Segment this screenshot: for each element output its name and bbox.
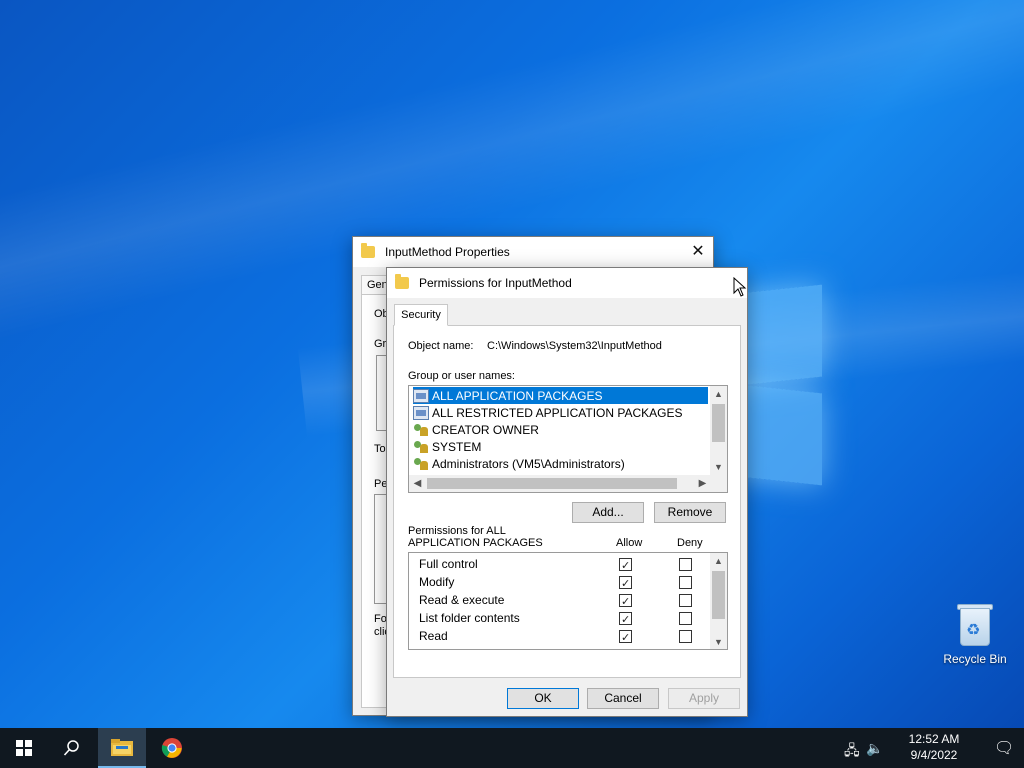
- deny-checkbox[interactable]: [679, 612, 692, 625]
- permission-name: Read: [419, 629, 448, 643]
- permission-name: Modify: [419, 575, 455, 589]
- ok-button[interactable]: OK: [507, 688, 579, 709]
- users-icon: [413, 440, 429, 454]
- security-page: Object name: C:\Windows\System32\InputMe…: [393, 325, 741, 678]
- group-list-vscrollbar[interactable]: ▲ ▼: [710, 386, 727, 476]
- clock-time: 12:52 AM: [908, 732, 960, 746]
- scroll-down-icon[interactable]: ▼: [710, 634, 727, 649]
- package-icon: [413, 405, 429, 420]
- permission-name: Read & execute: [419, 593, 505, 607]
- deny-checkbox[interactable]: [679, 594, 692, 607]
- scroll-thumb[interactable]: [712, 404, 725, 442]
- permission-name: List folder contents: [419, 611, 520, 625]
- list-item[interactable]: ALL RESTRICTED APPLICATION PACKAGES: [413, 404, 683, 421]
- allow-header: Allow: [616, 537, 643, 549]
- system-tray: 🖧 🔈 12:52 AM 9/4/2022 🗨: [844, 728, 1024, 768]
- apply-button[interactable]: Apply: [668, 688, 740, 709]
- users-icon: [413, 423, 429, 437]
- allow-checkbox[interactable]: [619, 557, 632, 575]
- close-icon[interactable]: ✕: [683, 237, 713, 267]
- list-item[interactable]: ALL APPLICATION PACKAGES: [413, 387, 708, 404]
- recycle-bin-label: Recycle Bin: [943, 652, 1007, 666]
- properties-title: InputMethod Properties: [385, 245, 510, 259]
- group-name: ALL APPLICATION PACKAGES: [432, 388, 603, 403]
- folder-icon: [395, 274, 409, 289]
- folder-icon: [361, 243, 375, 258]
- properties-titlebar[interactable]: InputMethod Properties ✕: [353, 237, 713, 267]
- clock-date: 9/4/2022: [910, 748, 958, 762]
- deny-header: Deny: [677, 537, 703, 549]
- remove-button[interactable]: Remove: [654, 502, 726, 523]
- windows-start-icon: [16, 740, 32, 756]
- notifications-icon[interactable]: 🗨: [994, 738, 1014, 758]
- group-name: CREATOR OWNER: [432, 422, 539, 437]
- permissions-titlebar[interactable]: Permissions for InputMethod: [387, 268, 747, 298]
- list-item[interactable]: Administrators (VM5\Administrators): [413, 455, 625, 472]
- permissions-for-label: Permissions for ALL: [408, 525, 506, 537]
- scroll-left-icon[interactable]: ◀: [409, 475, 426, 492]
- group-name: ALL RESTRICTED APPLICATION PACKAGES: [432, 405, 683, 420]
- group-label: Group or user names:: [408, 370, 515, 382]
- clock[interactable]: 12:52 AM 9/4/2022: [904, 731, 964, 763]
- scroll-thumb[interactable]: [712, 571, 725, 619]
- table-row: Full control: [419, 555, 709, 575]
- group-name: Administrators (VM5\Administrators): [432, 456, 625, 471]
- recycle-bin-icon: ♻: [957, 602, 993, 646]
- network-icon[interactable]: 🖧: [844, 740, 860, 764]
- file-explorer-icon: [111, 739, 133, 756]
- text-fragment: Fo: [374, 613, 387, 625]
- chrome-icon: [161, 738, 182, 758]
- table-row: Read: [419, 627, 709, 647]
- permission-name: Full control: [419, 557, 478, 571]
- table-row: Modify: [419, 573, 709, 593]
- table-row: List folder contents: [419, 609, 709, 629]
- start-button[interactable]: [0, 728, 48, 768]
- group-name: SYSTEM: [432, 439, 482, 454]
- table-row: Read & execute: [419, 591, 709, 611]
- scroll-up-icon[interactable]: ▲: [710, 386, 727, 403]
- list-item[interactable]: CREATOR OWNER: [413, 421, 539, 438]
- scroll-right-icon[interactable]: ▶: [694, 475, 711, 492]
- scroll-down-icon[interactable]: ▼: [710, 459, 727, 476]
- text-fragment: To: [374, 443, 386, 455]
- allow-checkbox[interactable]: [619, 629, 632, 647]
- users-icon: [413, 457, 429, 471]
- object-name-value: C:\Windows\System32\InputMethod: [487, 340, 662, 352]
- recycle-bin[interactable]: ♻ Recycle Bin: [940, 602, 1010, 666]
- list-item[interactable]: SYSTEM: [413, 438, 481, 455]
- package-icon: [413, 388, 429, 403]
- object-name-label: Object name:: [408, 340, 474, 352]
- permissions-title: Permissions for InputMethod: [419, 276, 572, 290]
- allow-checkbox[interactable]: [619, 611, 632, 629]
- group-list-hscrollbar[interactable]: ◀ ▶: [409, 475, 727, 492]
- add-button[interactable]: Add...: [572, 502, 644, 523]
- deny-checkbox[interactable]: [679, 558, 692, 571]
- scroll-thumb[interactable]: [427, 478, 677, 489]
- permissions-vscrollbar[interactable]: ▲ ▼: [710, 553, 727, 649]
- search-icon: [63, 740, 79, 756]
- tab-security[interactable]: Security: [394, 304, 448, 326]
- file-explorer-button[interactable]: [98, 728, 146, 768]
- volume-icon[interactable]: 🔈: [866, 740, 883, 757]
- deny-checkbox[interactable]: [679, 630, 692, 643]
- permissions-list[interactable]: Full control Modify Read & execute List …: [408, 552, 728, 650]
- deny-checkbox[interactable]: [679, 576, 692, 589]
- chrome-button[interactable]: [148, 728, 196, 768]
- permissions-dialog[interactable]: Permissions for InputMethod Security Obj…: [386, 267, 748, 717]
- text-fragment: Gr: [374, 338, 387, 350]
- taskbar: 🖧 🔈 12:52 AM 9/4/2022 🗨: [0, 728, 1024, 768]
- permissions-for-label: APPLICATION PACKAGES: [408, 537, 543, 549]
- allow-checkbox[interactable]: [619, 575, 632, 593]
- cancel-button[interactable]: Cancel: [587, 688, 659, 709]
- search-button[interactable]: [48, 728, 96, 768]
- scroll-up-icon[interactable]: ▲: [710, 553, 727, 570]
- group-list[interactable]: ALL APPLICATION PACKAGES ALL RESTRICTED …: [408, 385, 728, 493]
- allow-checkbox[interactable]: [619, 593, 632, 611]
